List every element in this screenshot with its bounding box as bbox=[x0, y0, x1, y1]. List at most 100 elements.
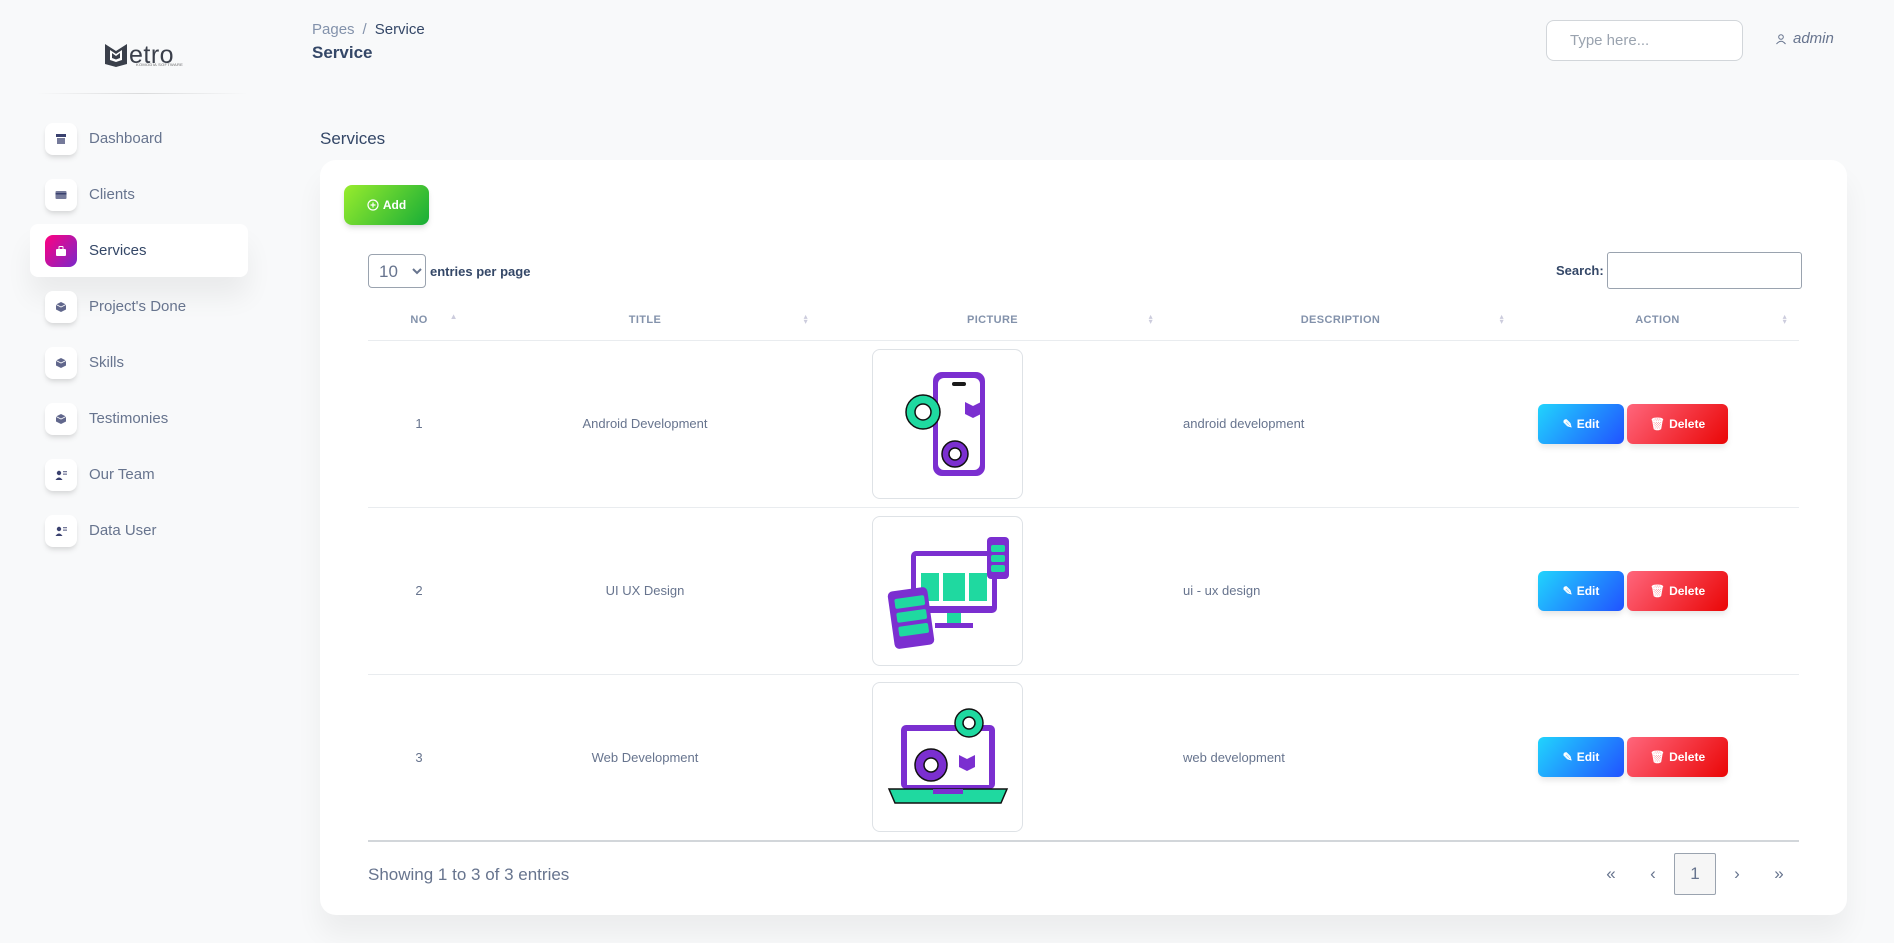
sort-icon: ▴ ▾ bbox=[1782, 312, 1787, 326]
cell-action: ✎ Edit 🗑 Delete bbox=[1516, 674, 1799, 842]
delete-button[interactable]: 🗑 Delete bbox=[1627, 570, 1728, 611]
trash-icon: 🗑 bbox=[1649, 416, 1666, 431]
table-header-row: No ▲ Title ▴ ▾ Picture ▴ ▾ Description ▴ ▾ … bbox=[368, 300, 1799, 341]
box-icon bbox=[45, 290, 77, 323]
user-name: admin bbox=[1793, 30, 1834, 47]
services-card: Add 10 entries per page Search: No ▲ Tit… bbox=[320, 160, 1847, 915]
sidebar-item-label: Skills bbox=[89, 354, 125, 371]
cell-no: 2 bbox=[368, 507, 470, 675]
sidebar-item-label: Testimonies bbox=[89, 410, 169, 427]
cell-title: UI UX Design bbox=[470, 507, 820, 675]
sidebar-nav: Dashboard Clients Services Project's Don… bbox=[30, 112, 248, 560]
table-row: 1 Android Development android developmen… bbox=[368, 340, 1799, 508]
page-first-button[interactable]: « bbox=[1590, 853, 1632, 895]
sidebar-item-projects-done[interactable]: Project's Done bbox=[30, 280, 248, 333]
edit-button[interactable]: ✎ Edit bbox=[1538, 737, 1624, 778]
sidebar-item-clients[interactable]: Clients bbox=[30, 168, 248, 221]
services-table: No ▲ Title ▴ ▾ Picture ▴ ▾ Description ▴ ▾ … bbox=[368, 300, 1799, 842]
web-development-illustration bbox=[872, 682, 1023, 833]
column-header-no[interactable]: No ▲ bbox=[368, 300, 470, 341]
pencil-icon: ✎ bbox=[1562, 750, 1573, 765]
cell-description: web development bbox=[1165, 674, 1516, 842]
breadcrumb-current: Service bbox=[374, 21, 425, 38]
sort-icon: ▴ ▾ bbox=[803, 312, 808, 326]
user-icon bbox=[1776, 33, 1786, 44]
sidebar-item-skills[interactable]: Skills bbox=[30, 336, 248, 389]
sort-asc-icon: ▲ bbox=[449, 312, 458, 321]
credit-card-icon bbox=[45, 178, 77, 211]
trash-icon: 🗑 bbox=[1649, 583, 1666, 598]
table-search-label: Search: bbox=[1556, 263, 1604, 278]
sidebar-item-label: Services bbox=[89, 242, 147, 259]
edit-button[interactable]: ✎ Edit bbox=[1538, 570, 1624, 611]
page-last-button[interactable]: » bbox=[1758, 853, 1800, 895]
column-header-action[interactable]: Action ▴ ▾ bbox=[1516, 300, 1799, 341]
sidebar-item-label: Clients bbox=[89, 186, 135, 203]
cell-description: android development bbox=[1165, 340, 1516, 508]
cell-title: Web Development bbox=[470, 674, 820, 842]
sidebar-item-label: Our Team bbox=[89, 466, 155, 483]
sidebar-item-testimonies[interactable]: Testimonies bbox=[30, 392, 248, 445]
delete-button[interactable]: 🗑 Delete bbox=[1627, 403, 1728, 444]
logo-mark-icon bbox=[105, 44, 127, 67]
table-row: 3 Web Development web development ✎ Edit… bbox=[368, 674, 1799, 842]
sidebar-item-label: Data User bbox=[89, 522, 157, 539]
cell-no: 3 bbox=[368, 674, 470, 842]
trash-icon: 🗑 bbox=[1649, 750, 1666, 765]
sort-icon: ▴ ▾ bbox=[1148, 312, 1153, 326]
pencil-icon: ✎ bbox=[1562, 583, 1573, 598]
users-icon bbox=[45, 514, 77, 547]
section-title: Services bbox=[320, 129, 386, 148]
users-icon bbox=[45, 458, 77, 491]
cell-no: 1 bbox=[368, 340, 470, 508]
breadcrumb-separator: / bbox=[362, 21, 367, 38]
table-info: Showing 1 to 3 of 3 entries bbox=[368, 865, 570, 884]
user-menu[interactable]: admin bbox=[1775, 30, 1834, 47]
sidebar-item-label: Dashboard bbox=[89, 130, 163, 147]
column-header-description[interactable]: Description ▴ ▾ bbox=[1165, 300, 1516, 341]
shop-icon bbox=[45, 122, 77, 155]
sidebar-item-our-team[interactable]: Our Team bbox=[30, 448, 248, 501]
cell-picture bbox=[820, 507, 1165, 675]
sidebar-item-label: Project's Done bbox=[89, 298, 187, 315]
table-search: Search: bbox=[1556, 252, 1802, 289]
table-search-input[interactable] bbox=[1606, 252, 1802, 289]
sidebar-item-services[interactable]: Services bbox=[30, 224, 248, 277]
briefcase-icon bbox=[45, 234, 77, 267]
cell-action: ✎ Edit 🗑 Delete bbox=[1516, 340, 1799, 508]
entries-label: entries per page bbox=[430, 263, 531, 279]
entries-per-page: 10 entries per page bbox=[368, 254, 530, 288]
plus-circle-icon bbox=[367, 199, 379, 211]
cell-picture bbox=[820, 340, 1165, 508]
sidebar-item-data-user[interactable]: Data User bbox=[30, 504, 248, 557]
column-header-title[interactable]: Title ▴ ▾ bbox=[470, 300, 820, 341]
edit-button[interactable]: ✎ Edit bbox=[1538, 403, 1624, 444]
cell-picture bbox=[820, 674, 1165, 842]
breadcrumb-root-link[interactable]: Pages bbox=[312, 21, 355, 38]
delete-button[interactable]: 🗑 Delete bbox=[1627, 737, 1728, 778]
cell-action: ✎ Edit 🗑 Delete bbox=[1516, 507, 1799, 675]
pagination: « ‹ 1 › » bbox=[1590, 853, 1800, 895]
box-icon bbox=[45, 346, 77, 379]
search-input[interactable] bbox=[1546, 20, 1743, 61]
sidebar-item-dashboard[interactable]: Dashboard bbox=[30, 112, 248, 165]
page-next-button[interactable]: › bbox=[1716, 853, 1758, 895]
cell-description: ui - ux design bbox=[1165, 507, 1516, 675]
android-development-illustration bbox=[872, 348, 1023, 499]
page-prev-button[interactable]: ‹ bbox=[1632, 853, 1674, 895]
pencil-icon: ✎ bbox=[1562, 416, 1573, 431]
box-icon bbox=[45, 402, 77, 435]
ui-ux-design-illustration bbox=[872, 515, 1023, 666]
sidebar: etro KOMODIA SOFTWARE Dashboard Clients … bbox=[0, 0, 278, 943]
cell-title: Android Development bbox=[470, 340, 820, 508]
column-header-picture[interactable]: Picture ▴ ▾ bbox=[820, 300, 1165, 341]
page-title: Service bbox=[312, 43, 373, 62]
page-current-button[interactable]: 1 bbox=[1674, 853, 1716, 895]
add-button-label: Add bbox=[382, 198, 407, 212]
sidebar-divider bbox=[36, 93, 248, 94]
table-row: 2 UI UX Design ui - ux design ✎ Edit 🗑 D… bbox=[368, 507, 1799, 675]
entries-select[interactable]: 10 bbox=[368, 254, 426, 288]
add-service-button[interactable]: Add bbox=[344, 185, 429, 225]
sort-icon: ▴ ▾ bbox=[1499, 312, 1504, 326]
brand-tagline: KOMODIA SOFTWARE bbox=[136, 62, 184, 67]
